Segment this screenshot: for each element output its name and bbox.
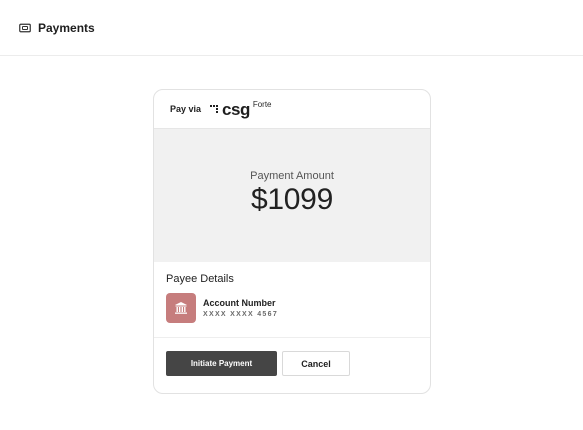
account-number-value: XXXX XXXX 4567	[203, 311, 279, 318]
page-title: Payments	[38, 20, 95, 35]
payment-card: Pay via csg Forte Payment Amount $1099 P…	[153, 89, 431, 394]
csg-logo-text: csg	[222, 99, 250, 119]
payment-amount-value: $1099	[251, 183, 333, 216]
pay-via-bar: Pay via csg Forte	[154, 90, 430, 129]
csg-forte-logo: csg Forte	[210, 99, 272, 119]
card-actions: Initiate Payment Cancel	[154, 338, 430, 376]
account-number-label: Account Number	[203, 298, 276, 308]
payee-details-title: Payee Details	[166, 273, 234, 285]
payment-card-icon	[19, 22, 31, 34]
bank-icon	[166, 293, 196, 323]
initiate-payment-button[interactable]: Initiate Payment	[166, 351, 277, 376]
payee-account-row: Account Number XXXX XXXX 4567	[166, 293, 418, 323]
payment-amount-label: Payment Amount	[250, 170, 334, 182]
csg-logo-dots-icon	[210, 105, 219, 113]
payment-amount-panel: Payment Amount $1099	[154, 129, 430, 262]
pay-via-label: Pay via	[170, 104, 202, 114]
account-info: Account Number XXXX XXXX 4567	[203, 298, 278, 318]
forte-logo-text: Forte	[252, 99, 272, 109]
payee-details-section: Payee Details Account Number XXXX XXXX 4…	[154, 262, 430, 338]
cancel-button[interactable]: Cancel	[282, 351, 350, 376]
page-header: Payments	[0, 0, 583, 56]
